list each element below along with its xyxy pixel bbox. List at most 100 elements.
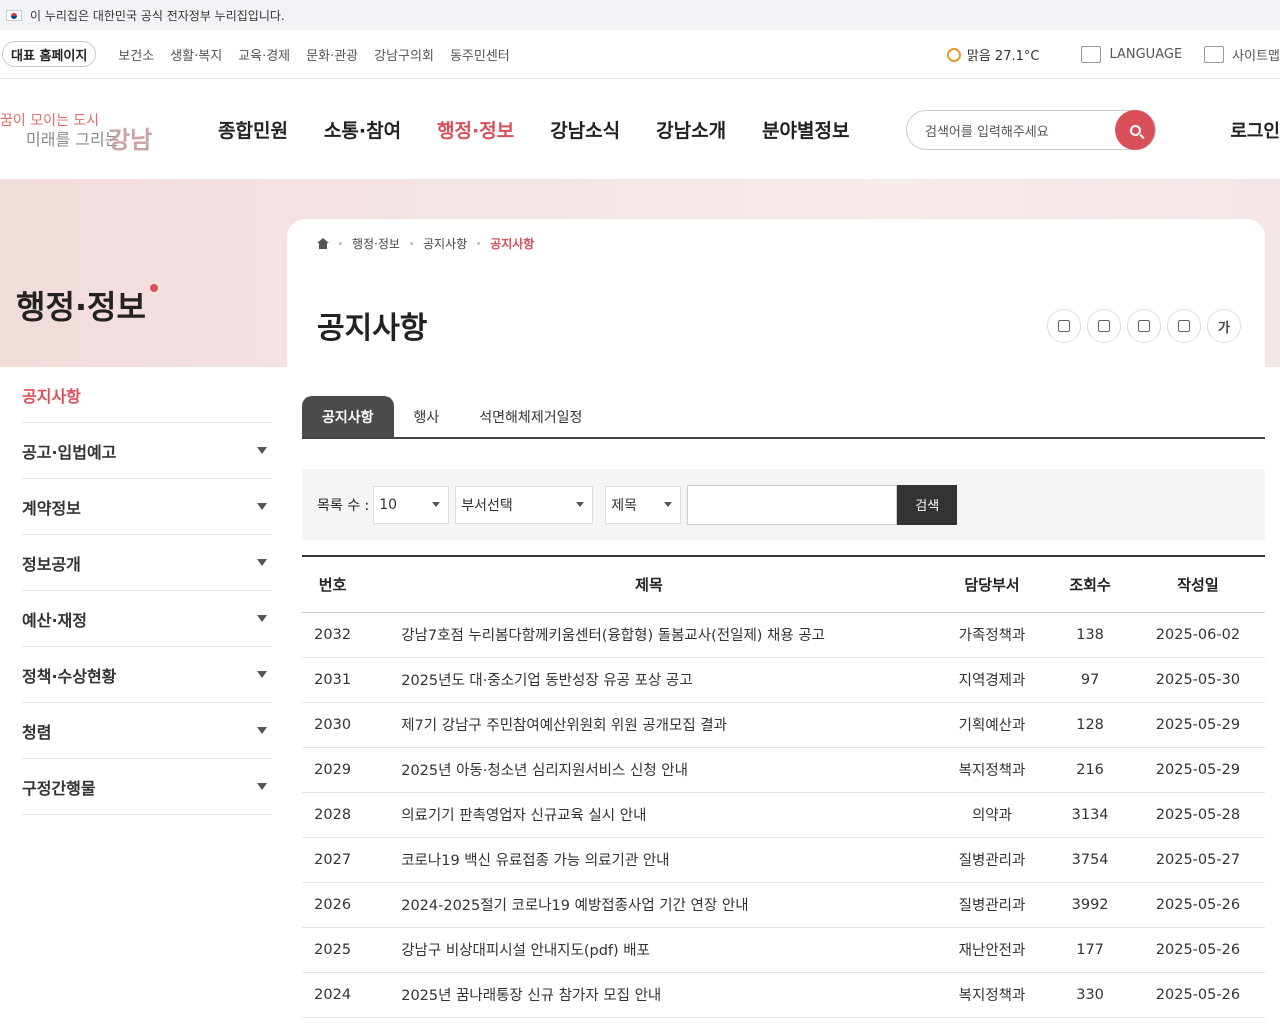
global-nav: 종합민원 소통·참여 행정·정보 강남소식 강남소개 분야별정보 (200, 80, 867, 179)
breadcrumb-separator (477, 242, 481, 245)
row-views: 3754 (1049, 837, 1131, 883)
row-department: 질병관리과 (934, 837, 1050, 883)
field-select[interactable]: 제목 (605, 485, 682, 524)
list-count-select[interactable]: 10 (373, 485, 450, 524)
util-link-education[interactable]: 교육·경제 (238, 45, 290, 64)
share-button[interactable] (1047, 309, 1081, 343)
row-department: 복지정책과 (934, 747, 1050, 793)
print-button[interactable] (1087, 309, 1121, 343)
col-header-department: 담당부서 (934, 556, 1050, 613)
download-button[interactable] (1167, 309, 1201, 343)
logo-line3: 강남 (108, 126, 153, 154)
row-department: 의약과 (934, 792, 1050, 838)
caret-down-icon (257, 503, 267, 510)
row-number: 2027 (302, 837, 364, 883)
lnb-item-integrity[interactable]: 청렴 (22, 703, 272, 759)
row-title-link[interactable]: 코로나19 백신 유료접종 가능 의료기관 안내 (363, 837, 935, 883)
row-title-link[interactable]: 2025년도 대·중소기업 동반성장 유공 포상 공고 (363, 657, 935, 703)
gangnam-logo[interactable]: 꿈이 모이는 도시 미래를 그리는 강남 (0, 110, 160, 154)
caret-down-icon (257, 559, 267, 566)
gnb-news[interactable]: 강남소식 (550, 116, 620, 143)
gnb-civil-service[interactable]: 종합민원 (218, 116, 288, 143)
row-title-link[interactable]: 강남구 비상대피시설 안내지도(pdf) 배포 (363, 927, 935, 973)
row-number: 2029 (302, 747, 364, 793)
row-department: 질병관리과 (934, 882, 1050, 928)
breadcrumb-item[interactable]: 행정·정보 (352, 235, 400, 252)
col-header-date: 작성일 (1130, 556, 1265, 613)
lnb-item-publication[interactable]: 구정간행물 (22, 759, 272, 815)
title-dot (149, 284, 158, 292)
lnb-label: 공지사항 (22, 386, 81, 406)
search-input[interactable]: 검색어를 입력해주세요 (906, 110, 1156, 150)
util-link-health[interactable]: 보건소 (118, 45, 154, 64)
gnb-administration[interactable]: 행정·정보 (437, 116, 514, 143)
keyword-input[interactable] (687, 484, 898, 525)
row-department: 기획예산과 (934, 702, 1050, 748)
lnb-label: 정책·수상현황 (22, 666, 117, 686)
row-date: 2025-05-26 (1130, 972, 1265, 1018)
row-title-link[interactable]: 의료기기 판촉영업자 신규교육 실시 안내 (363, 792, 935, 838)
row-department: 복지정책과 (934, 972, 1050, 1018)
tab-asbestos[interactable]: 석면해체제거일정 (459, 396, 602, 437)
row-title-link[interactable]: 강남7호점 누리봄다함께키움센터(융합형) 돌봄교사(전일제) 채용 공고 (363, 612, 935, 658)
row-date: 2025-06-02 (1130, 612, 1265, 658)
lnb-item-announcement[interactable]: 공고·입법예고 (22, 423, 272, 479)
util-link-community-center[interactable]: 동주민센터 (450, 45, 510, 64)
site-header: 꿈이 모이는 도시 미래를 그리는 강남 종합민원 소통·참여 행정·정보 강남… (0, 80, 1280, 179)
row-number: 2032 (302, 612, 364, 658)
table-row: 2026 2024-2025절기 코로나19 예방접종사업 기간 연장 안내 질병관… (302, 882, 1265, 928)
lnb-item-disclosure[interactable]: 정보공개 (22, 535, 272, 591)
row-title-link[interactable]: 2024-2025절기 코로나19 예방접종사업 기간 연장 안내 (363, 882, 935, 928)
row-title-link[interactable]: 2025년 아동·청소년 심리지원서비스 신청 안내 (363, 747, 935, 793)
language-label: LANGUAGE (1109, 47, 1183, 62)
print-icon (1098, 320, 1110, 332)
department-select[interactable]: 부서선택 (455, 485, 594, 524)
korea-flag-icon (6, 9, 22, 21)
breadcrumb-separator (409, 242, 413, 245)
main-homepage-button[interactable]: 대표 홈페이지 (2, 41, 97, 67)
gnb-participation[interactable]: 소통·참여 (324, 116, 401, 143)
lnb-item-notice[interactable]: 공지사항 (22, 367, 272, 423)
language-button[interactable]: LANGUAGE (1081, 46, 1182, 63)
row-date: 2025-05-26 (1130, 927, 1265, 973)
tab-notice[interactable]: 공지사항 (302, 396, 394, 437)
qr-button[interactable] (1127, 309, 1161, 343)
row-department: 지역경제과 (934, 657, 1050, 703)
book-icon (1081, 46, 1102, 63)
row-title-link[interactable]: 제7기 강남구 주민참여예산위원회 위원 공개모집 결과 (363, 702, 935, 748)
gnb-field-info[interactable]: 분야별정보 (762, 116, 849, 143)
util-link-council[interactable]: 강남구의회 (374, 45, 434, 64)
search-filter: 목록 수 : 10 부서선택 제목 검색 (302, 469, 1265, 540)
keyword-search-button[interactable]: 검색 (897, 484, 958, 525)
gnb-about[interactable]: 강남소개 (656, 116, 726, 143)
caret-down-icon (257, 671, 267, 678)
util-link-culture[interactable]: 문화·관광 (306, 45, 358, 64)
chevron-down-icon (664, 502, 673, 507)
row-number: 2031 (302, 657, 364, 703)
list-count-value: 10 (379, 496, 398, 513)
row-title-link[interactable]: 2025년 꿈나래통장 신규 참가자 모집 안내 (363, 972, 935, 1018)
font-size-button[interactable]: 가 (1207, 309, 1241, 343)
lnb-label: 계약정보 (22, 498, 81, 518)
logo-line2: 미래를 그리는 (26, 130, 120, 149)
utility-bar: 대표 홈페이지 보건소 생활·복지 교육·경제 문화·관광 강남구의회 동주민센… (0, 30, 1280, 79)
lnb-item-policy[interactable]: 정책·수상현황 (22, 647, 272, 703)
chevron-down-icon (576, 502, 585, 507)
caret-down-icon (257, 783, 267, 790)
lnb-item-contract[interactable]: 계약정보 (22, 479, 272, 535)
tab-events[interactable]: 행사 (394, 396, 460, 437)
home-icon[interactable] (317, 238, 329, 249)
table-row: 2032 강남7호점 누리봄다함께키움센터(융합형) 돌봄교사(전일제) 채용 공… (302, 612, 1265, 658)
breadcrumb-item[interactable]: 공지사항 (423, 235, 467, 252)
gov-banner-text: 이 누리집은 대한민국 공식 전자정부 누리집입니다. (30, 8, 285, 23)
sitemap-button[interactable]: 사이트맵 (1204, 45, 1280, 64)
login-link[interactable]: 로그인 (1230, 117, 1280, 143)
lnb-item-budget[interactable]: 예산·재정 (22, 591, 272, 647)
lnb-label: 예산·재정 (22, 610, 87, 630)
field-value: 제목 (611, 497, 638, 514)
util-link-welfare[interactable]: 생활·복지 (170, 45, 222, 64)
search-button[interactable] (1115, 110, 1155, 150)
weather-widget: 맑음 27.1°C (946, 45, 1039, 64)
row-views: 330 (1049, 972, 1131, 1018)
row-date: 2025-05-29 (1130, 747, 1265, 793)
